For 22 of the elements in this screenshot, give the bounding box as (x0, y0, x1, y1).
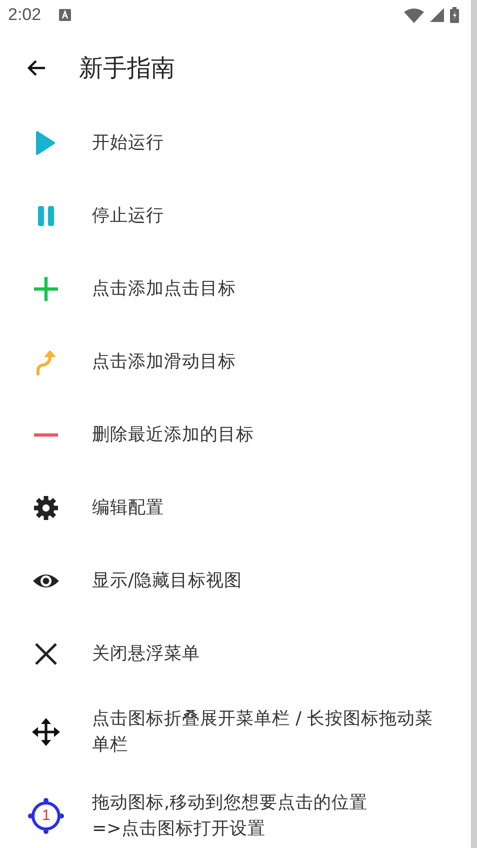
battery-charging-icon (450, 7, 459, 23)
menu-item-label: 停止运行 (92, 204, 165, 228)
status-time: 2:02 (8, 5, 42, 25)
menu-item-label: 点击图标折叠展开菜单栏 / 长按图标拖动菜单栏 (92, 708, 434, 757)
plus-icon (32, 274, 60, 302)
wifi-icon (404, 8, 424, 22)
target-ring-drawing (26, 796, 66, 836)
menu-item-label: 删除最近添加的目标 (92, 424, 255, 446)
keyboard-notification-icon (59, 9, 72, 21)
target-number: 1 (42, 807, 50, 825)
menu-item-label: 关闭悬浮菜单 (92, 642, 201, 666)
minus-icon (34, 432, 58, 436)
menu-item-label: 点击添加点击目标 (92, 278, 237, 300)
menu-item-label: 开始运行 (92, 132, 165, 154)
page-title: 新手指南 (79, 53, 175, 84)
menu-item-label: 拖动图标,移动到您想要点击的位置 =>点击图标打开设置 (92, 792, 369, 841)
signal-icon (430, 8, 444, 22)
menu-item-label: 点击添加滑动目标 (92, 350, 237, 374)
menu-item-label: 显示/隐藏目标视图 (92, 570, 243, 592)
move-arrows-icon (32, 718, 60, 746)
settings-icon (32, 494, 60, 522)
menu-item-label: 编辑配置 (92, 496, 165, 520)
